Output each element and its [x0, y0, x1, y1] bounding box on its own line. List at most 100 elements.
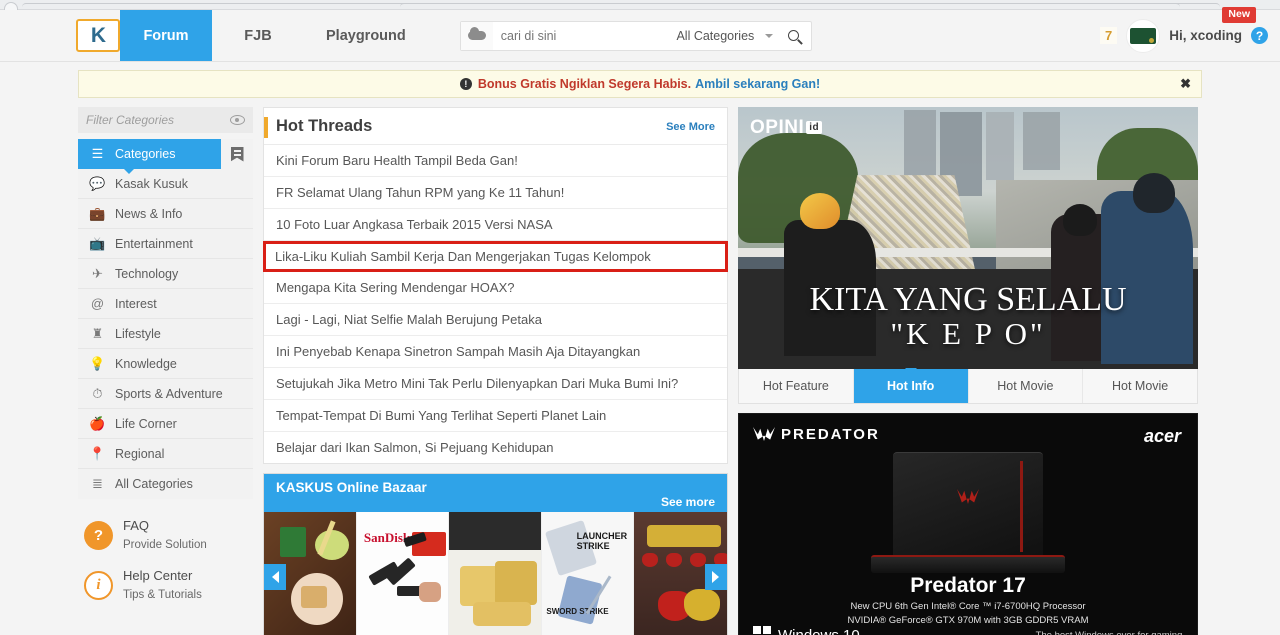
ad-specs: New CPU 6th Gen Intel® Core ™ i7-6700HQ … [739, 600, 1197, 628]
sidebar-item-lifestyle[interactable]: ♜ Lifestyle [78, 319, 253, 349]
thread-item[interactable]: Lagi - Lagi, Niat Selfie Malah Berujung … [264, 304, 727, 336]
sidebar-item-label: News & Info [115, 206, 183, 221]
tv-icon: 📺 [89, 235, 106, 251]
sidebar-item-regional[interactable]: 📍 Regional [78, 439, 253, 469]
search-category-label: All Categories [676, 28, 755, 43]
product-image: SanDisk [356, 512, 449, 635]
sidebar-item-news-info[interactable]: 💼 News & Info [78, 199, 253, 229]
avatar[interactable] [1126, 18, 1161, 53]
bazaar-prev-button[interactable] [264, 564, 286, 590]
info-icon: ! [459, 78, 472, 90]
sidebar-item-entertainment[interactable]: 📺 Entertainment [78, 229, 253, 259]
help-center-link[interactable]: i Help Center Tips & Tutorials [78, 567, 253, 603]
chevron-down-icon [764, 34, 773, 39]
product-card[interactable]: Balon Foil Huruf, Angka, Love Rp. 7.000 … [634, 512, 727, 635]
kaskus-logo[interactable]: K [76, 19, 120, 52]
bazaar-next-button[interactable] [704, 564, 727, 590]
tab-hot-movie-1[interactable]: Hot Movie [969, 369, 1084, 403]
nav-user-area: 7 Hi, xcoding New ? [1100, 7, 1280, 61]
thread-item-highlighted[interactable]: Lika-Liku Kuliah Sambil Kerja Dan Menger… [263, 241, 728, 272]
product-card[interactable]: Vine, Instant Greentea Latte Rp. 24.000 … [264, 512, 357, 635]
thread-item[interactable]: Belajar dari Ikan Salmon, Si Pejuang Keh… [264, 432, 727, 463]
sidebar-item-label: Knowledge [115, 356, 177, 371]
list-icon: ☰ [91, 146, 104, 161]
faq-link[interactable]: ? FAQ Provide Solution [78, 517, 253, 553]
bazaar-title: KASKUS Online Bazaar [276, 480, 427, 495]
hot-threads-see-more[interactable]: See More [666, 121, 715, 133]
thread-item[interactable]: Kini Forum Baru Health Tampil Beda Gan! [264, 145, 727, 177]
sidebar-item-label: Lifestyle [115, 326, 161, 341]
tab-hot-feature[interactable]: Hot Feature [739, 369, 854, 403]
faq-subtitle: Provide Solution [123, 539, 207, 551]
hero-caption-line1: KITA YANG SELALU [809, 280, 1127, 318]
primary-nav-tabs: Forum FJB Playground [120, 10, 428, 61]
stopwatch-icon: ⏱ [92, 385, 103, 401]
bookmark-button[interactable] [221, 139, 253, 169]
right-column: OPINI id KITA YANG SELALU "K E P O" Hot F… [738, 107, 1198, 635]
sidebar-item-label: Interest [115, 296, 157, 311]
nav-tab-forum-label: Forum [143, 27, 189, 44]
thread-item[interactable]: Mengapa Kita Sering Mendengar HOAX? [264, 272, 727, 304]
thread-item[interactable]: Tempat-Tempat Di Bumi Yang Terlihat Sepe… [264, 400, 727, 432]
nav-tab-fjb-label: FJB [244, 27, 272, 44]
nav-tab-forum[interactable]: Forum [120, 10, 212, 61]
eye-icon[interactable] [230, 115, 245, 125]
bookmark-icon [230, 146, 244, 162]
bazaar-see-more[interactable]: See more [661, 495, 715, 509]
tab-hot-movie-2[interactable]: Hot Movie [1083, 369, 1197, 403]
predator-brand-text: PREDATOR [781, 426, 880, 443]
nav-tab-playground[interactable]: Playground [304, 10, 428, 61]
sidebar-item-interest[interactable]: @ Interest [78, 289, 253, 319]
sidebar-item-life-corner[interactable]: 🍎 Life Corner [78, 409, 253, 439]
hero-banner[interactable]: OPINI id KITA YANG SELALU "K E P O" [738, 107, 1198, 369]
hero-caption: KITA YANG SELALU "K E P O" [738, 280, 1198, 351]
ad-product-title: Predator 17 [910, 574, 1026, 597]
sidebar-item-knowledge[interactable]: 💡 Knowledge [78, 349, 253, 379]
page-root: K Forum FJB Playground All Categories [0, 7, 1280, 635]
nav-tab-fjb[interactable]: FJB [212, 10, 304, 61]
bazaar-header: KASKUS Online Bazaar See more [264, 474, 727, 512]
product-card[interactable]: Kertabi - Keripik Kentang Ebi Rp. 45.000… [449, 512, 542, 635]
help-icon[interactable]: ? [1251, 27, 1268, 44]
cloud-icon [467, 27, 486, 40]
promo-banner-link[interactable]: Ambil sekarang Gan! [695, 77, 820, 91]
bazaar-panel: KASKUS Online Bazaar See more SanDisk LA… [263, 473, 728, 635]
thread-item[interactable]: 10 Foto Luar Angkasa Terbaik 2015 Versi … [264, 209, 727, 241]
filter-categories-row[interactable]: Filter Categories [78, 107, 253, 133]
advertisement-banner[interactable]: PREDATOR acer Predator 17 New CPU 6th Ge… [738, 413, 1198, 635]
product-image [264, 512, 356, 635]
thread-item[interactable]: Setujukah Jika Metro Mini Tak Perlu Dile… [264, 368, 727, 400]
sidebar-item-all-categories[interactable]: ≣ All Categories [78, 469, 253, 499]
notification-count[interactable]: 7 [1100, 27, 1118, 44]
product-card[interactable]: SanDisk Sandisk Cruzer Blade CZ50 Rp. 70… [356, 512, 450, 635]
search-button[interactable] [777, 30, 811, 41]
sidebar-item-label: Kasak Kusuk [115, 176, 188, 191]
sidebar-help-links: ? FAQ Provide Solution i Help Center Tip… [78, 517, 253, 603]
thread-item[interactable]: Ini Penyebab Kenapa Sinetron Sampah Masi… [264, 336, 727, 368]
windows-badge: Windows 10 [753, 626, 860, 635]
search-category-selector[interactable]: All Categories [676, 29, 776, 43]
nav-tab-playground-label: Playground [326, 27, 406, 44]
question-icon: ? [84, 520, 113, 550]
acer-logo: acer [1143, 426, 1181, 446]
category-list: ☰ Categories 💬 Kasak Kusuk 💼 News & Info… [78, 139, 253, 499]
thread-item[interactable]: FR Selamat Ulang Tahun RPM yang Ke 11 Ta… [264, 177, 727, 209]
briefcase-icon: 💼 [89, 205, 106, 221]
close-icon[interactable]: ✖ [1180, 76, 1191, 92]
search-input[interactable] [492, 28, 677, 43]
sidebar-item-kasak-kusuk[interactable]: 💬 Kasak Kusuk [78, 169, 253, 199]
tab-hot-info[interactable]: Hot Info [853, 368, 969, 403]
sidebar-item-technology[interactable]: ✈ Technology [78, 259, 253, 289]
product-card[interactable]: LAUNCHERSTRIKE SWORD STRIKE Paket MG Swo… [541, 512, 635, 635]
user-greeting[interactable]: Hi, xcoding [1169, 28, 1242, 43]
sidebar-item-sports-adventure[interactable]: ⏱ Sports & Adventure [78, 379, 253, 409]
chevron-right-icon [712, 571, 720, 583]
product-image [634, 512, 727, 635]
sidebar-item-categories[interactable]: ☰ Categories [78, 139, 221, 174]
top-navigation-bar: K Forum FJB Playground All Categories [0, 7, 1280, 62]
chat-icon: 💬 [89, 175, 106, 191]
sidebar-item-label: Entertainment [115, 236, 193, 251]
product-image: LAUNCHER STRIKE SWORD STRIKE [541, 512, 634, 635]
windows-label: Windows 10 [778, 626, 860, 635]
new-badge: New [1222, 7, 1256, 23]
